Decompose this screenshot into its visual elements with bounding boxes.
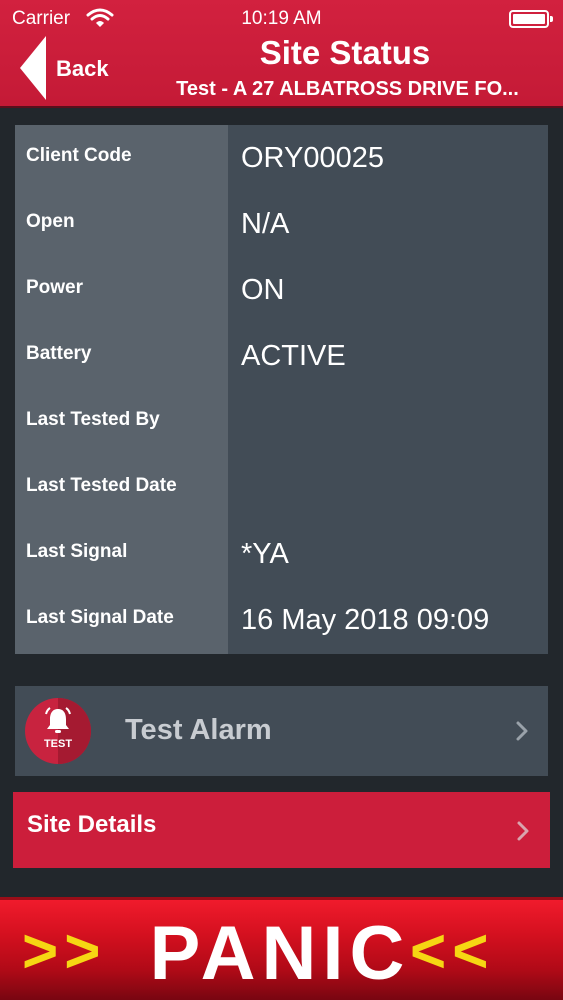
info-row-last-tested-date: Last Tested Date — [15, 455, 548, 521]
info-value: ACTIVE — [241, 340, 346, 372]
info-label: Last Signal — [26, 541, 128, 562]
info-label: Last Tested Date — [26, 475, 177, 496]
site-info-table: Client Code ORY00025 Open N/A Power ON B… — [15, 125, 548, 654]
info-value: ORY00025 — [241, 142, 384, 174]
info-value: ON — [241, 274, 285, 306]
info-row-open: Open N/A — [15, 191, 548, 257]
battery-icon — [509, 10, 553, 28]
info-label: Last Signal Date — [26, 607, 174, 628]
site-status-screen: Carrier 10:19 AM Back Site Status Test -… — [0, 0, 563, 1000]
site-details-button[interactable]: Site Details — [13, 792, 550, 868]
info-label: Open — [26, 211, 75, 232]
test-alarm-label: Test Alarm — [125, 714, 272, 746]
info-value: 16 May 2018 09:09 — [241, 604, 490, 636]
test-icon-text: TEST — [43, 738, 73, 750]
info-label: Last Tested By — [26, 409, 160, 430]
info-label: Power — [26, 277, 84, 298]
chevron-right-icon — [517, 821, 529, 841]
info-row-last-signal: Last Signal *YA — [15, 521, 548, 587]
chevron-left-icon — [20, 36, 46, 100]
panic-right-arrows: << — [410, 917, 495, 986]
info-row-client-code: Client Code ORY00025 — [15, 125, 548, 191]
info-value: *YA — [241, 538, 289, 570]
chevron-right-icon — [516, 721, 528, 741]
page-subtitle: Test - A 27 ALBATROSS DRIVE FO... — [176, 78, 519, 100]
site-details-label: Site Details — [27, 811, 157, 838]
back-button[interactable]: Back — [20, 36, 130, 100]
panic-left-arrows: >> — [22, 917, 107, 986]
panic-label: PANIC — [149, 911, 411, 996]
status-bar: Carrier 10:19 AM — [0, 0, 563, 36]
info-row-last-tested-by: Last Tested By — [15, 389, 548, 455]
test-alarm-button[interactable]: TEST Test Alarm — [15, 686, 548, 776]
info-row-power: Power ON — [15, 257, 548, 323]
back-label: Back — [56, 56, 109, 81]
info-value: N/A — [241, 208, 290, 240]
info-row-battery: Battery ACTIVE — [15, 323, 548, 389]
panic-button[interactable]: >> PANIC << — [0, 897, 563, 1000]
clock: 10:19 AM — [241, 8, 322, 29]
bell-icon — [45, 707, 71, 733]
header: Carrier 10:19 AM Back Site Status Test -… — [0, 0, 563, 108]
info-label: Battery — [26, 343, 92, 364]
info-label: Client Code — [26, 145, 132, 166]
test-alarm-icon: TEST — [25, 698, 91, 764]
info-row-last-signal-date: Last Signal Date 16 May 2018 09:09 — [15, 587, 548, 653]
page-title: Site Status — [259, 34, 431, 71]
